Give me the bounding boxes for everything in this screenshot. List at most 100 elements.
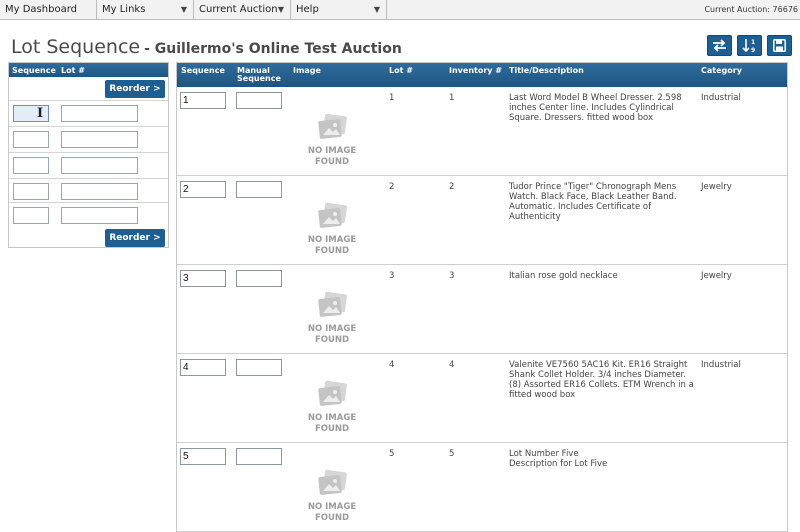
column-header-category: Category [701, 66, 742, 75]
title-description: Last Word Model B Wheel Dresser. 2.598 i… [509, 93, 682, 123]
image-placeholder-icon [318, 202, 347, 228]
manual-sequence-input[interactable] [236, 270, 282, 287]
column-header-lot: Lot # [61, 66, 85, 75]
no-image-text: FOUND [314, 157, 350, 167]
column-header-image: Image [293, 66, 321, 75]
nav-label: Current Auction [199, 4, 278, 15]
nav-current-auction[interactable]: Current Auction ▼ [194, 0, 291, 20]
no-image-text: FOUND [314, 424, 350, 434]
sequence-input[interactable] [13, 207, 49, 224]
no-image-text: NO IMAGE [307, 324, 357, 334]
manual-sequence-input[interactable] [236, 359, 282, 376]
category: Jewelry [701, 182, 732, 192]
chevron-down-icon: ▼ [180, 5, 187, 14]
title-description: Valenite VE7560 5AC16 Kit. ER16 Straight… [509, 360, 694, 400]
sequence-input[interactable] [180, 448, 226, 465]
no-image-placeholder: NO IMAGE FOUND [304, 113, 360, 173]
sequence-input[interactable] [180, 359, 226, 376]
reorder-panel-header: Sequence Lot # [9, 63, 168, 77]
lot-table: Sequence Manual Sequence Image Lot # Inv… [176, 62, 788, 532]
sort-numeric-icon: 1 9 [741, 39, 755, 54]
column-header-title: Title/Description [509, 66, 584, 75]
reorder-row: I [9, 100, 168, 126]
current-auction-indicator: Current Auction: 76676 [704, 5, 798, 14]
swap-arrows-icon [713, 39, 726, 52]
reorder-button-bottom[interactable]: Reorder > [105, 229, 165, 247]
table-row: NO IMAGEFOUND 5 5 Lot Number Five Descripti… [177, 443, 787, 532]
nav-my-dashboard[interactable]: My Dashboard [0, 0, 97, 20]
save-disk-icon [773, 39, 786, 52]
image-placeholder-icon [318, 469, 347, 495]
page-title-text: Lot Sequence [11, 36, 141, 58]
sequence-input[interactable] [13, 157, 49, 174]
sequence-input[interactable] [180, 181, 226, 198]
reorder-row [9, 126, 168, 152]
sequence-input[interactable] [13, 131, 49, 148]
page-title: Lot Sequence - Guillermo's Online Test Au… [11, 36, 402, 58]
lot-input[interactable] [61, 207, 138, 224]
sequence-input[interactable] [180, 92, 226, 109]
lot-input[interactable] [61, 131, 138, 148]
svg-text:9: 9 [751, 47, 755, 53]
column-header-manual-sequence: Sequence [237, 74, 281, 83]
title-description: Tudor Prince "Tiger" Chronograph Mens Wa… [509, 182, 677, 222]
lot-table-header: Sequence Manual Sequence Image Lot # Inv… [177, 63, 787, 87]
image-placeholder-icon [318, 380, 347, 406]
lot-input[interactable] [61, 105, 138, 122]
no-image-text: FOUND [314, 513, 350, 523]
save-button[interactable] [767, 35, 792, 56]
manual-sequence-input[interactable] [236, 92, 282, 109]
title-description: Italian rose gold necklace [509, 271, 618, 281]
no-image-text: FOUND [314, 335, 350, 345]
no-image-placeholder: NO IMAGE FOUND [304, 202, 360, 262]
category: Industrial [701, 93, 741, 103]
column-header-sequence: Sequence [12, 66, 56, 75]
title-description: Lot Number Five Description for Lot Five [509, 449, 608, 469]
nav-my-links[interactable]: My Links ▼ [97, 0, 194, 20]
sequence-input[interactable] [180, 270, 226, 287]
reorder-row [9, 152, 168, 178]
category: Jewelry [701, 271, 732, 281]
no-image-text: FOUND [314, 246, 350, 256]
manual-sequence-input[interactable] [236, 181, 282, 198]
lot-number: 3 [389, 271, 395, 281]
reorder-row [9, 202, 168, 228]
manual-sequence-input[interactable] [236, 448, 282, 465]
inventory-number: 3 [449, 271, 455, 281]
category: Industrial [701, 360, 741, 370]
no-image-placeholder: NO IMAGE FOUND [304, 380, 360, 440]
chevron-down-icon: ▼ [373, 5, 380, 14]
svg-text:1: 1 [751, 39, 755, 46]
nav-help[interactable]: Help ▼ [291, 0, 387, 20]
inventory-number: 5 [449, 449, 455, 459]
sequence-input[interactable] [13, 105, 49, 122]
text-cursor-icon: I [37, 106, 44, 121]
column-header-lot: Lot # [389, 66, 413, 75]
lot-number: 5 [389, 449, 395, 459]
swap-button[interactable] [707, 35, 732, 56]
inventory-number: 2 [449, 182, 455, 192]
chevron-down-icon: ▼ [277, 5, 284, 14]
table-row: NO IMAGEFOUND 1 1 Last Word Model B Wheel D… [177, 87, 787, 176]
reorder-row [9, 178, 168, 204]
table-row: NO IMAGEFOUND 2 2 Tudor Prince "Tiger" Chro… [177, 176, 787, 265]
column-header-sequence: Sequence [181, 66, 225, 75]
lot-number: 4 [389, 360, 395, 370]
nav-label: Help [296, 4, 319, 15]
lot-number: 1 [389, 93, 395, 103]
lot-number: 2 [389, 182, 395, 192]
inventory-number: 4 [449, 360, 455, 370]
lot-input[interactable] [61, 183, 138, 200]
no-image-text: NO IMAGE [307, 502, 357, 512]
no-image-text: NO IMAGE [307, 146, 357, 156]
no-image-placeholder: NO IMAGE FOUND [304, 469, 360, 529]
reorder-button-top[interactable]: Reorder > [105, 80, 165, 98]
lot-input[interactable] [61, 157, 138, 174]
no-image-placeholder: NO IMAGE FOUND [304, 291, 360, 351]
column-header-inventory: Inventory # [449, 66, 502, 75]
image-placeholder-icon [318, 291, 347, 317]
table-row: NO IMAGEFOUND 3 3 Italian rose gold necklac… [177, 265, 787, 354]
sort-button[interactable]: 1 9 [737, 35, 762, 56]
inventory-number: 1 [449, 93, 455, 103]
sequence-input[interactable] [13, 183, 49, 200]
